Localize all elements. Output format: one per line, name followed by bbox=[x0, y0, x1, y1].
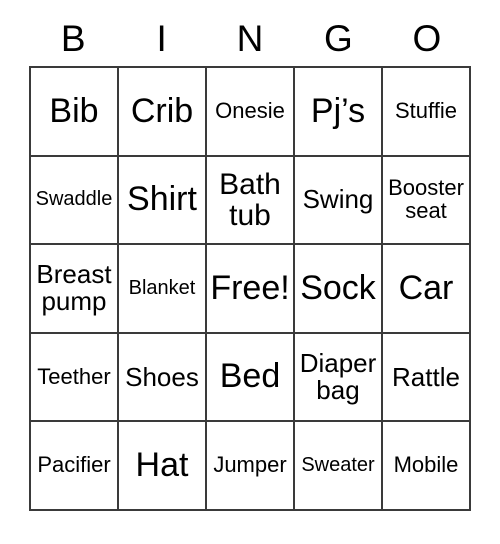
bingo-header-letter-n: N bbox=[236, 17, 264, 59]
bingo-cell-label: Diaper bag bbox=[299, 348, 377, 406]
bingo-cell-label: Bib bbox=[49, 91, 99, 130]
bingo-cell-label: Shirt bbox=[127, 180, 197, 219]
bingo-cell-label: Booster seat bbox=[388, 175, 464, 223]
bingo-cell[interactable]: Bib bbox=[31, 68, 119, 157]
bingo-cell[interactable]: Diaper bag bbox=[295, 333, 383, 423]
bingo-cell-label: Car bbox=[398, 268, 454, 307]
bingo-cell-label: Bath tub bbox=[219, 167, 281, 232]
bingo-cell[interactable]: Jumper bbox=[207, 422, 295, 511]
bingo-cell[interactable]: Swing bbox=[295, 156, 383, 246]
bingo-cell[interactable]: Rattle bbox=[383, 333, 471, 423]
bingo-cell-label: Teether bbox=[37, 363, 111, 389]
bingo-cell[interactable]: Onesie bbox=[207, 68, 295, 157]
bingo-cell-label: Breast pump bbox=[36, 259, 112, 317]
bingo-header-letter-g: G bbox=[324, 17, 353, 59]
bingo-cell[interactable]: Bath tub bbox=[207, 156, 295, 246]
bingo-cell-label: Sweater bbox=[301, 454, 375, 477]
bingo-cell[interactable]: Teether bbox=[31, 333, 119, 423]
bingo-row: Bib Crib Onesie Pj’s Stuffie bbox=[31, 68, 471, 157]
bingo-cell-label: Sock bbox=[300, 268, 376, 307]
bingo-cell-label: Onesie bbox=[215, 97, 285, 123]
bingo-cell-label: Swaddle bbox=[35, 188, 113, 211]
bingo-cell[interactable]: Shirt bbox=[119, 156, 207, 246]
bingo-row: Pacifier Hat Jumper Sweater Mobile bbox=[31, 422, 471, 511]
bingo-cell-label: Pj’s bbox=[310, 91, 366, 130]
bingo-cell-label: Swing bbox=[302, 184, 374, 215]
bingo-cell[interactable]: Bed bbox=[207, 333, 295, 423]
bingo-cell[interactable]: Sock bbox=[295, 245, 383, 334]
bingo-header-letter-b: B bbox=[60, 17, 86, 59]
bingo-cell-label: Pacifier bbox=[37, 452, 111, 478]
bingo-cell-label: Free! bbox=[210, 268, 290, 307]
bingo-header-letter-o: O bbox=[412, 17, 442, 59]
bingo-cell[interactable]: Hat bbox=[119, 422, 207, 511]
bingo-cell-label: Bed bbox=[219, 357, 281, 396]
bingo-cell[interactable]: Stuffie bbox=[383, 68, 471, 157]
bingo-cell[interactable]: Shoes bbox=[119, 333, 207, 423]
bingo-card: B I N G O Bib Crib Onesie Pj’s Stuffie S… bbox=[29, 10, 471, 511]
bingo-cell-label: Blanket bbox=[128, 277, 196, 300]
bingo-row: Teether Shoes Bed Diaper bag Rattle bbox=[31, 333, 471, 423]
bingo-cell[interactable]: Swaddle bbox=[31, 156, 119, 246]
bingo-cell[interactable]: Breast pump bbox=[31, 245, 119, 334]
bingo-cell[interactable]: Crib bbox=[119, 68, 207, 157]
bingo-cell-label: Rattle bbox=[392, 361, 460, 392]
bingo-cell-label: Stuffie bbox=[395, 97, 457, 123]
bingo-row: Swaddle Shirt Bath tub Swing Booster sea… bbox=[31, 156, 471, 246]
bingo-cell-label: Hat bbox=[135, 445, 189, 484]
bingo-cell[interactable]: Pj’s bbox=[295, 68, 383, 157]
bingo-cell[interactable]: Mobile bbox=[383, 422, 471, 511]
bingo-cell[interactable]: Booster seat bbox=[383, 156, 471, 246]
bingo-cell[interactable]: Sweater bbox=[295, 422, 383, 511]
bingo-cell-label: Crib bbox=[130, 91, 194, 130]
bingo-cell-label: Mobile bbox=[393, 452, 459, 478]
bingo-cell[interactable]: Blanket bbox=[119, 245, 207, 334]
bingo-cell-label: Jumper bbox=[213, 452, 287, 478]
bingo-cell[interactable]: Car bbox=[383, 245, 471, 334]
bingo-header-row: B I N G O bbox=[29, 10, 471, 66]
bingo-cell[interactable]: Pacifier bbox=[31, 422, 119, 511]
bingo-row: Breast pump Blanket Free! Sock Car bbox=[31, 245, 471, 334]
bingo-cell-free[interactable]: Free! bbox=[207, 245, 295, 334]
bingo-header-letter-i: I bbox=[156, 17, 167, 59]
bingo-grid: Bib Crib Onesie Pj’s Stuffie Swaddle Shi… bbox=[29, 66, 471, 511]
bingo-cell-label: Shoes bbox=[125, 361, 199, 392]
